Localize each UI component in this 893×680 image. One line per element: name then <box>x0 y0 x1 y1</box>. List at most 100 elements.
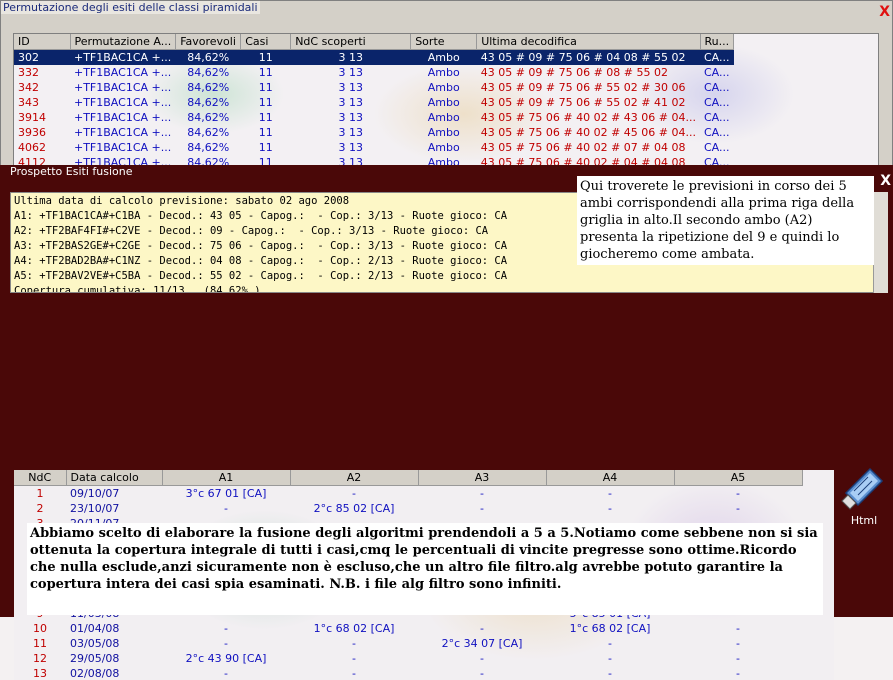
table-cell: +TF1BAC1CA +... <box>74 66 172 79</box>
column-header[interactable]: NdC scoperti <box>290 34 412 50</box>
table-cell: - <box>480 652 484 665</box>
table-cell: 1 <box>36 487 44 500</box>
table-cell: CA... <box>704 66 730 79</box>
column-header[interactable]: A4 <box>546 470 675 486</box>
column-header[interactable]: Casi <box>240 34 292 50</box>
table-cell: - <box>480 622 484 635</box>
table-row[interactable]: 10 01/04/08 - 1°c 68 02 [CA] - 1°c 68 02 [CA]… <box>14 621 802 636</box>
column-header[interactable]: A5 <box>674 470 803 486</box>
table-cell: 3 13 <box>338 111 363 124</box>
table-cell: - <box>480 487 484 500</box>
html-export-button[interactable]: Html <box>836 463 892 538</box>
table-cell: 12 <box>33 652 47 665</box>
close-icon[interactable]: X <box>880 173 891 189</box>
table-cell: - <box>608 487 612 500</box>
table-cell: - <box>480 667 484 680</box>
table-cell: - <box>352 487 356 500</box>
table-row[interactable]: 342 +TF1BAC1CA +... 84,62% 11 3 13 Ambo 43 05 … <box>14 80 734 95</box>
table-row[interactable]: 12 29/05/08 2°c 43 90 [CA] - - - - <box>14 651 802 666</box>
table-cell: - <box>352 652 356 665</box>
window-title: Prospetto Esiti fusione <box>10 165 133 178</box>
table-cell: - <box>736 487 740 500</box>
table-cell: 11 <box>258 96 273 109</box>
table-cell: +TF1BAC1CA +... <box>74 141 172 154</box>
table-cell: 84,62% <box>187 66 230 79</box>
permutation-grid[interactable]: ID Permutazione A... Favorevoli Casi NdC sco… <box>13 33 879 167</box>
table-row[interactable]: 332 +TF1BAC1CA +... 84,62% 11 3 13 Ambo 43 05 … <box>14 65 734 80</box>
table-cell: +TF1BAC1CA +... <box>74 96 172 109</box>
annotation-note: Qui troverete le previsioni in corso dei… <box>577 176 874 265</box>
table-cell: - <box>736 637 740 650</box>
table-row[interactable]: 3914 +TF1BAC1CA +... 84,62% 11 3 13 Ambo 43 05… <box>14 110 734 125</box>
table-cell: 43 05 # 75 06 # 40 02 # 43 06 # 04... <box>480 111 696 124</box>
table-row[interactable]: 13 02/08/08 - - - - - <box>14 666 802 680</box>
table-cell: 23/10/07 <box>70 502 120 515</box>
table-cell: - <box>224 637 228 650</box>
table-row[interactable]: 2 23/10/07 - 2°c 85 02 [CA] - - - <box>14 501 802 516</box>
table-cell: 2°c 43 90 [CA] <box>185 652 267 665</box>
table-cell: CA... <box>700 49 734 65</box>
table-cell: - <box>224 502 228 515</box>
table-cell: 84,62% <box>187 141 230 154</box>
table-cell: - <box>608 667 612 680</box>
table-cell: - <box>736 622 740 635</box>
annotation-note: Abbiamo scelto di elaborare la fusione d… <box>27 523 823 615</box>
table-cell: +TF1BAC1CA +... <box>74 81 172 94</box>
table-cell: 11 <box>258 66 273 79</box>
table-cell: 3 13 <box>338 96 363 109</box>
column-header[interactable]: Permutazione A... <box>70 34 177 50</box>
table-cell: CA... <box>704 81 730 94</box>
table-row[interactable]: 3936 +TF1BAC1CA +... 84,62% 11 3 13 Ambo 43 05… <box>14 125 734 140</box>
column-header[interactable]: A1 <box>162 470 291 486</box>
column-header[interactable]: Data calcolo <box>66 470 163 486</box>
table-cell: 3 13 <box>338 126 363 139</box>
table-cell: 1°c 68 02 [CA] <box>569 622 651 635</box>
table-cell: 84,62% <box>175 49 241 65</box>
column-header[interactable]: Ultima decodifica <box>476 34 701 50</box>
column-header[interactable]: A2 <box>290 470 419 486</box>
window-title: Permutazione degli esiti delle classi pi… <box>1 1 260 14</box>
table-cell: 29/05/08 <box>70 652 120 665</box>
table-cell: 02/08/08 <box>70 667 120 680</box>
memo-line: A5: +TF2BAV2VE#+C5BA - Decod.: 55 02 - C… <box>14 270 508 282</box>
table-cell: 11 <box>258 141 273 154</box>
table-cell: - <box>608 637 612 650</box>
table-cell: 84,62% <box>187 126 230 139</box>
table-cell: 11 <box>258 126 273 139</box>
table-cell: 43 05 # 75 06 # 40 02 # 45 06 # 04... <box>480 126 696 139</box>
table-row[interactable]: 11 03/05/08 - - 2°c 34 07 [CA] - - <box>14 636 802 651</box>
table-cell: 3 13 <box>338 66 363 79</box>
table-cell: - <box>736 502 740 515</box>
table-cell: 10 <box>33 622 47 635</box>
column-header[interactable]: ID <box>14 34 71 50</box>
memo-line: Copertura cumulativa: 11/13 (84,62% ) <box>14 285 261 293</box>
table-cell: +TF1BAC1CA +... <box>74 111 172 124</box>
table-cell: Ambo <box>427 126 460 139</box>
table-row[interactable]: 302 +TF1BAC1CA +... 84,62% 11 3 13 Ambo 43 05 … <box>14 49 734 65</box>
column-header[interactable]: Ru... <box>700 34 735 50</box>
table-cell: - <box>608 502 612 515</box>
table-cell: 84,62% <box>187 111 230 124</box>
column-header[interactable]: Sorte <box>410 34 478 50</box>
table-cell: Ambo <box>427 96 460 109</box>
table-row[interactable]: 4062 +TF1BAC1CA +... 84,62% 11 3 13 Ambo 43 05… <box>14 140 734 155</box>
table-cell: Ambo <box>427 81 460 94</box>
close-icon[interactable]: X <box>879 4 890 20</box>
table-cell: +TF1BAC1CA +... <box>74 126 172 139</box>
table-row[interactable]: 343 +TF1BAC1CA +... 84,62% 11 3 13 Ambo 43 05 … <box>14 95 734 110</box>
table-cell: Ambo <box>410 49 477 65</box>
table-cell: 13 <box>33 667 47 680</box>
column-header[interactable]: Favorevoli <box>175 34 242 50</box>
column-header[interactable]: A3 <box>418 470 547 486</box>
table-cell: - <box>224 622 228 635</box>
table-cell: - <box>480 502 484 515</box>
table-cell: 43 05 # 09 # 75 06 # 55 02 # 30 06 <box>480 81 686 94</box>
memo-scrollbar[interactable] <box>873 192 888 293</box>
table-cell: 11 <box>33 637 47 650</box>
table-cell: - <box>224 667 228 680</box>
table-cell: 03/05/08 <box>70 637 120 650</box>
column-header[interactable]: NdC <box>14 470 67 486</box>
table-row[interactable]: 1 09/10/07 3°c 67 01 [CA] - - - - <box>14 486 802 502</box>
table-cell: 3 13 <box>338 141 363 154</box>
table-cell: - <box>608 652 612 665</box>
